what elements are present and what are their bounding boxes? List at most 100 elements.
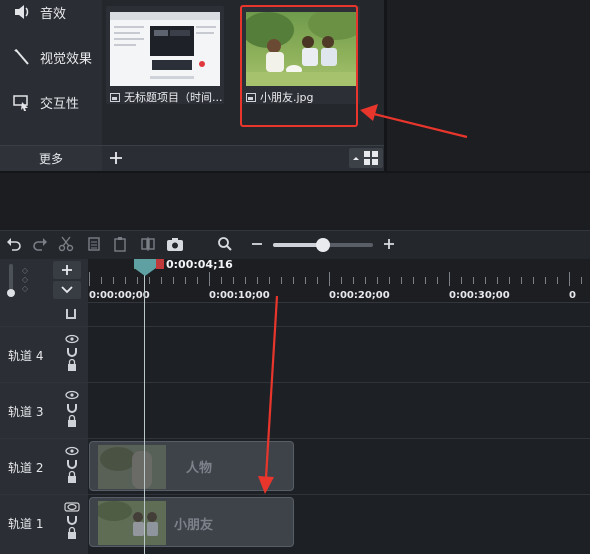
eye-icon[interactable] [65,390,79,400]
magnet-icon[interactable] [67,516,77,525]
ruler-tick [533,277,534,284]
undo-icon [7,238,21,251]
eye-icon[interactable] [65,446,79,456]
eye-icon[interactable] [64,502,80,512]
ruler-tick [149,277,150,284]
clip-people[interactable]: 人物 [89,441,294,491]
lock-icon[interactable] [68,358,76,372]
media-thumbnail [110,12,220,86]
lock-icon[interactable] [68,526,76,540]
magnet-icon[interactable] [67,348,77,357]
magic-wand-icon [12,47,32,67]
zoom-button[interactable] [215,234,235,254]
ruler-tick-label: 0:00:00;00 [89,290,150,301]
ruler-tick [161,277,162,284]
ruler-tick [377,277,378,284]
cut-button[interactable] [56,234,76,254]
ruler-tick [293,277,294,284]
ruler-tick [137,277,138,284]
ruler-tick [581,277,582,284]
ruler-tick [497,277,498,284]
collapse-tracks-button[interactable] [53,281,81,299]
ruler-tick [545,277,546,284]
add-media-button[interactable] [106,148,126,168]
clip-kids[interactable]: 小朋友 [89,497,294,547]
track-header-5[interactable] [0,303,88,326]
magnet-icon[interactable] [67,460,77,469]
sidebar-item-visual-effects[interactable]: 视觉效果 [0,37,102,77]
split-button[interactable] [138,234,158,254]
grid-view-icon [353,151,378,165]
ruler-tick [437,277,438,284]
speaker-icon [12,2,32,22]
lane-separator [0,494,590,495]
out-point-marker [156,259,164,269]
clip-thumbnail [96,501,166,545]
snapshot-button[interactable] [165,234,185,254]
lock-icon[interactable] [66,309,76,319]
sidebar-item-label: 音效 [40,6,67,22]
ruler-tick [209,272,210,286]
copy-icon [88,237,100,251]
image-type-icon [110,92,120,102]
ruler-tick [221,277,222,284]
track-name: 轨道 3 [8,405,44,419]
eye-icon[interactable] [65,334,79,344]
ruler-tick [389,277,390,284]
sidebar-item-audio-effects[interactable]: 音效 [0,0,102,32]
media-caption-text: 无标题项目（时间... [124,91,222,104]
playhead-time: 0:00:04;16 [166,258,233,271]
ruler-tick [173,277,174,284]
panel-divider [0,171,590,230]
ruler-tick [101,277,102,284]
lock-icon[interactable] [68,470,76,484]
zoom-in-button[interactable] [379,234,399,254]
interactive-cursor-icon [12,92,32,112]
sidebar-item-label: 交互性 [40,96,80,112]
zoom-out-icon [252,243,262,245]
cut-icon [58,236,74,252]
ruler-tick [401,277,402,284]
lock-icon[interactable] [68,414,76,428]
media-item-project[interactable]: 无标题项目（时间... [106,6,224,104]
zoom-out-button[interactable] [247,234,267,254]
image-type-icon [246,92,256,102]
ruler-tick [185,277,186,284]
view-toggle-button[interactable] [349,148,383,168]
sidebar-item-interactivity[interactable]: 交互性 [0,82,102,122]
ruler-tick-label: 0 [569,290,576,301]
ruler-tick [557,277,558,284]
zoom-slider-handle[interactable] [316,238,330,252]
ruler-tick [425,277,426,284]
paste-button[interactable] [110,234,130,254]
track-height-slider[interactable] [9,264,13,290]
ruler-tick [329,272,330,286]
sidebar-item-label: 视觉效果 [40,51,93,67]
playhead-line [144,274,145,554]
split-icon [141,237,155,251]
media-caption-text: 小朋友.jpg [260,91,314,104]
transition-marker[interactable] [186,484,198,490]
add-track-button[interactable] [53,261,81,279]
redo-icon [33,238,47,251]
copy-button[interactable] [84,234,104,254]
playhead-handle[interactable] [126,259,164,276]
ruler-tick-label: 0:00:20;00 [329,290,390,301]
ruler-tick [89,272,90,286]
more-button[interactable]: 更多 [0,145,102,171]
ruler-tick [569,272,570,286]
redo-button[interactable] [30,234,50,254]
magnet-icon[interactable] [67,404,77,413]
ruler-tick [473,277,474,284]
media-item-kids-photo[interactable]: 小朋友.jpg [242,6,360,104]
zoom-in-icon [384,239,394,249]
media-bin-footer [102,145,384,171]
ruler-tick [125,277,126,284]
track-3-controls [64,389,80,429]
chevron-down-icon [61,286,73,294]
media-caption: 小朋友.jpg [246,89,358,104]
track-height-handle[interactable] [7,289,15,297]
ruler-tick [449,272,450,286]
undo-button[interactable] [4,234,24,254]
clip-label: 小朋友 [174,518,214,533]
